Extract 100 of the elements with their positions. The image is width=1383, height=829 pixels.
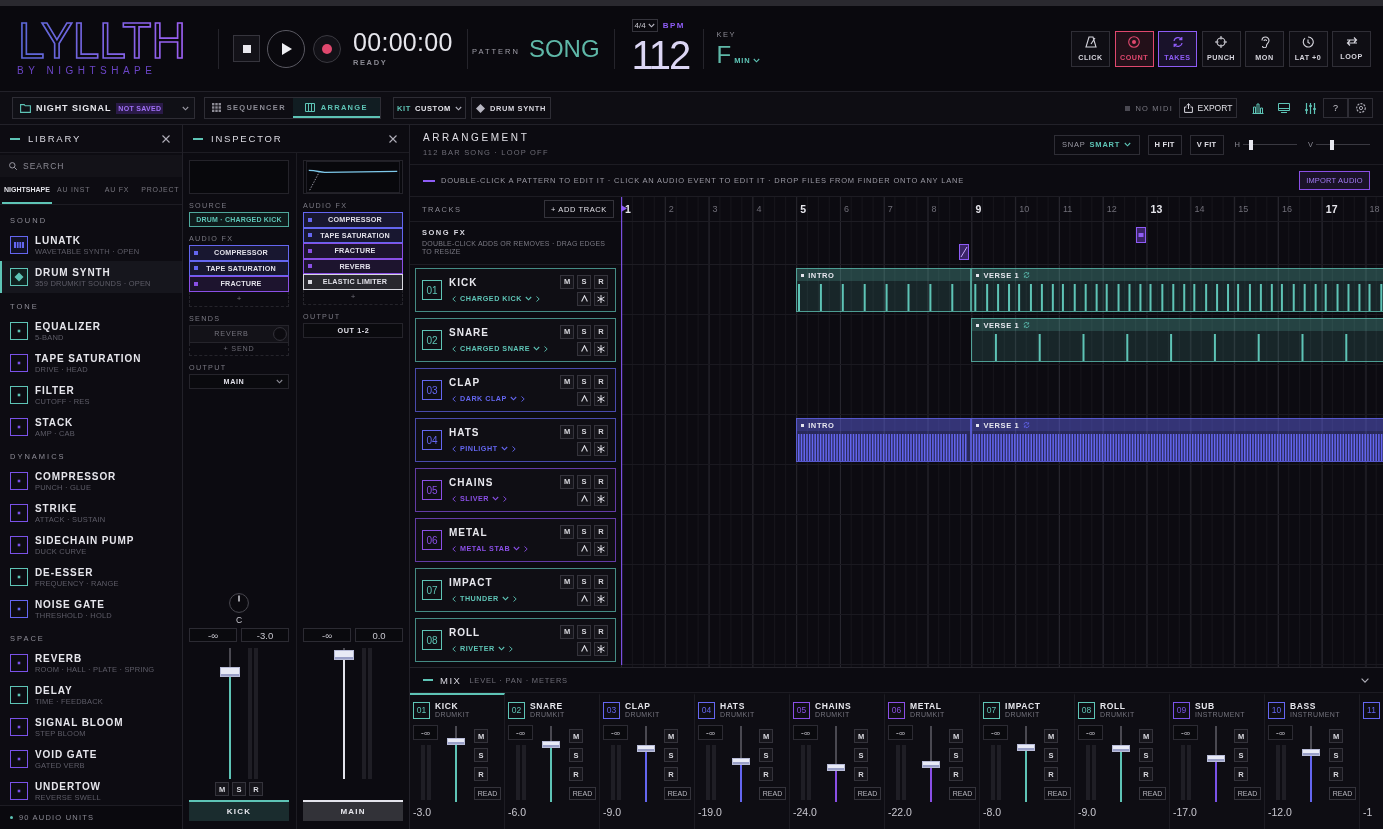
fader-thumb[interactable] (1112, 745, 1130, 753)
chevron-right-icon[interactable] (544, 345, 548, 352)
fader-thumb[interactable] (1207, 754, 1225, 762)
freeze-button[interactable] (594, 441, 608, 456)
search-field[interactable]: SEARCH (0, 155, 182, 177)
fx-marker-icon[interactable] (1135, 227, 1146, 243)
fader-thumb[interactable] (220, 667, 240, 678)
chevron-right-icon[interactable] (508, 645, 513, 652)
freeze-button[interactable] (594, 341, 608, 356)
item-name: DRUM SYNTH (35, 266, 112, 278)
chevron-left-icon[interactable] (452, 445, 456, 452)
bpm-value[interactable]: 112 (631, 34, 690, 75)
bar-number: 5 (800, 203, 807, 215)
gain-readout[interactable]: -12.0 (1268, 806, 1356, 818)
fader-thumb[interactable] (1017, 743, 1035, 751)
track-number: 01 (422, 280, 442, 300)
peak-readout: -∞ (1268, 725, 1293, 740)
chevron-right-icon[interactable] (524, 545, 529, 552)
track-name: SNARE (449, 327, 490, 338)
timer-icon (1302, 35, 1314, 48)
expand-button[interactable] (577, 641, 591, 656)
chevron-right-icon[interactable] (520, 395, 525, 402)
fader-thumb[interactable] (732, 757, 750, 765)
freeze-button[interactable] (594, 391, 608, 406)
chevron-left-icon[interactable] (452, 595, 456, 602)
add-fx-button[interactable]: + (303, 289, 403, 305)
fader-thumb[interactable] (334, 650, 354, 661)
slider-thumb[interactable] (1249, 139, 1254, 150)
channel-name-tab[interactable]: MAIN (303, 800, 403, 821)
sliders-icon (1304, 102, 1316, 114)
gain-readout[interactable]: -6.0 (508, 806, 596, 818)
settings-button[interactable] (1348, 98, 1373, 118)
chevron-left-icon[interactable] (452, 495, 456, 502)
fader-thumb[interactable] (1302, 748, 1320, 756)
gain-readout[interactable]: -8.0 (983, 806, 1071, 818)
freeze-button[interactable] (594, 291, 608, 306)
app-logo: LYLLTH (17, 21, 189, 61)
gain-readout[interactable]: -3.0 (241, 628, 289, 642)
mode-option[interactable]: SONG (528, 34, 600, 63)
fader-thumb[interactable] (827, 763, 845, 771)
close-icon (162, 134, 170, 143)
freeze-button[interactable] (594, 541, 608, 556)
gain-readout[interactable]: -1 (1363, 806, 1383, 818)
expand-button[interactable] (577, 441, 591, 456)
gain-readout[interactable]: 0.0 (355, 628, 403, 642)
pan-knob[interactable] (229, 593, 249, 613)
channel-name-tab[interactable]: KICK (189, 800, 289, 821)
freeze-button[interactable] (594, 491, 608, 506)
loop-icon (1023, 422, 1031, 428)
fader-thumb[interactable] (922, 761, 940, 769)
slider-thumb[interactable] (1329, 139, 1334, 150)
channel-name: CHAINS (815, 701, 852, 711)
expand-button[interactable] (577, 391, 591, 406)
track-number: 06 (422, 530, 442, 550)
fader-thumb[interactable] (447, 737, 465, 745)
peak-readout: -∞ (793, 725, 818, 740)
gain-readout[interactable]: -17.0 (1173, 806, 1261, 818)
time-signature-dropdown[interactable]: 4/4 (631, 18, 658, 32)
channel-name: CLAP (625, 701, 652, 711)
help-button[interactable]: ? (1323, 98, 1348, 118)
close-button[interactable] (389, 134, 397, 143)
track-number: 03 (422, 380, 442, 400)
collapse-button[interactable] (1361, 677, 1369, 683)
fader-thumb[interactable] (637, 745, 655, 753)
chevron-right-icon[interactable] (502, 495, 507, 502)
gain-readout[interactable]: -19.0 (698, 806, 786, 818)
item-name: STRIKE (35, 502, 79, 514)
playhead[interactable] (621, 197, 627, 665)
chevron-left-icon[interactable] (452, 395, 456, 402)
add-fx-button[interactable]: + (189, 291, 289, 307)
chevron-left-icon[interactable] (452, 345, 456, 352)
chevron-right-icon[interactable] (511, 445, 516, 452)
chevron-left-icon[interactable] (452, 295, 456, 302)
fader-thumb[interactable] (542, 741, 560, 749)
freeze-button[interactable] (594, 641, 608, 656)
stop-button[interactable] (233, 35, 260, 62)
close-button[interactable] (162, 134, 170, 143)
chevron-left-icon[interactable] (452, 645, 456, 652)
track-name: CLAP (449, 377, 482, 388)
gain-readout[interactable]: -22.0 (888, 806, 976, 818)
expand-button[interactable] (577, 541, 591, 556)
record-button[interactable] (313, 34, 341, 63)
chevron-right-icon[interactable] (535, 295, 540, 302)
freeze-button[interactable] (594, 591, 608, 606)
gain-readout[interactable]: -9.0 (603, 806, 691, 818)
bar-chart-icon (1252, 102, 1264, 114)
chevron-right-icon[interactable] (512, 595, 517, 602)
expand-button[interactable] (577, 491, 591, 506)
expand-button[interactable] (577, 291, 591, 306)
expand-button[interactable] (577, 591, 591, 606)
export-button[interactable]: EXPORT (1179, 98, 1237, 118)
gain-readout[interactable]: -9.0 (1078, 806, 1166, 818)
chevron-left-icon[interactable] (452, 545, 456, 552)
bpm-label: BPM (662, 20, 685, 30)
gain-readout[interactable]: -3.0 (413, 806, 501, 818)
key-note[interactable]: F (716, 43, 732, 67)
expand-button[interactable] (577, 341, 591, 356)
peak-readout: -∞ (983, 725, 1008, 740)
gain-readout[interactable]: -24.0 (793, 806, 881, 818)
fx-marker-icon[interactable] (959, 244, 970, 260)
